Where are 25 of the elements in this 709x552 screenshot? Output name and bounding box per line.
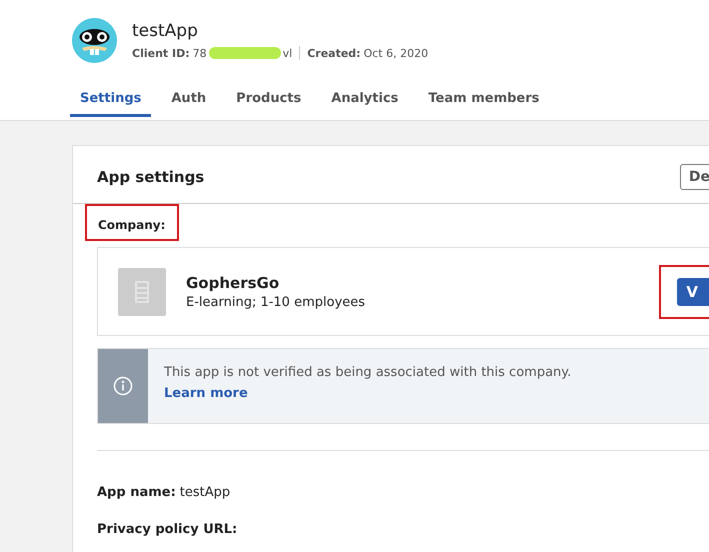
info-icon [113,376,133,396]
header-button[interactable]: De [680,164,709,190]
nav-tab[interactable]: Team members [418,85,550,117]
notice-text: This app is not verified as being associated with this company. [164,365,572,380]
nav-tab[interactable]: Products [226,85,312,117]
field-label: Privacy policy URL: [97,522,238,537]
building-icon [135,280,149,302]
app-logo-icon [72,18,117,63]
company-label: Company: [85,204,180,241]
created-date: Oct 6, 2020 [364,46,428,60]
learn-more-link[interactable]: Learn more [164,386,248,401]
field-label: App name: [97,485,176,500]
nav-tab[interactable]: Settings [70,85,152,117]
verify-button[interactable]: V [677,278,709,306]
company-name: GophersGo [186,274,280,292]
client-id-value: 78 [192,46,207,60]
client-id-value: vl [282,46,292,60]
nav-tab[interactable]: Analytics [321,85,408,117]
field-value: testApp [180,485,230,500]
client-id-label: Client ID: [132,46,190,60]
company-details: E-learning; 1-10 employees [186,294,366,310]
nav-tab[interactable]: Auth [161,85,216,117]
app-title: testApp [132,21,199,41]
created-label: Created: [307,46,361,60]
card-title: App settings [97,168,204,186]
